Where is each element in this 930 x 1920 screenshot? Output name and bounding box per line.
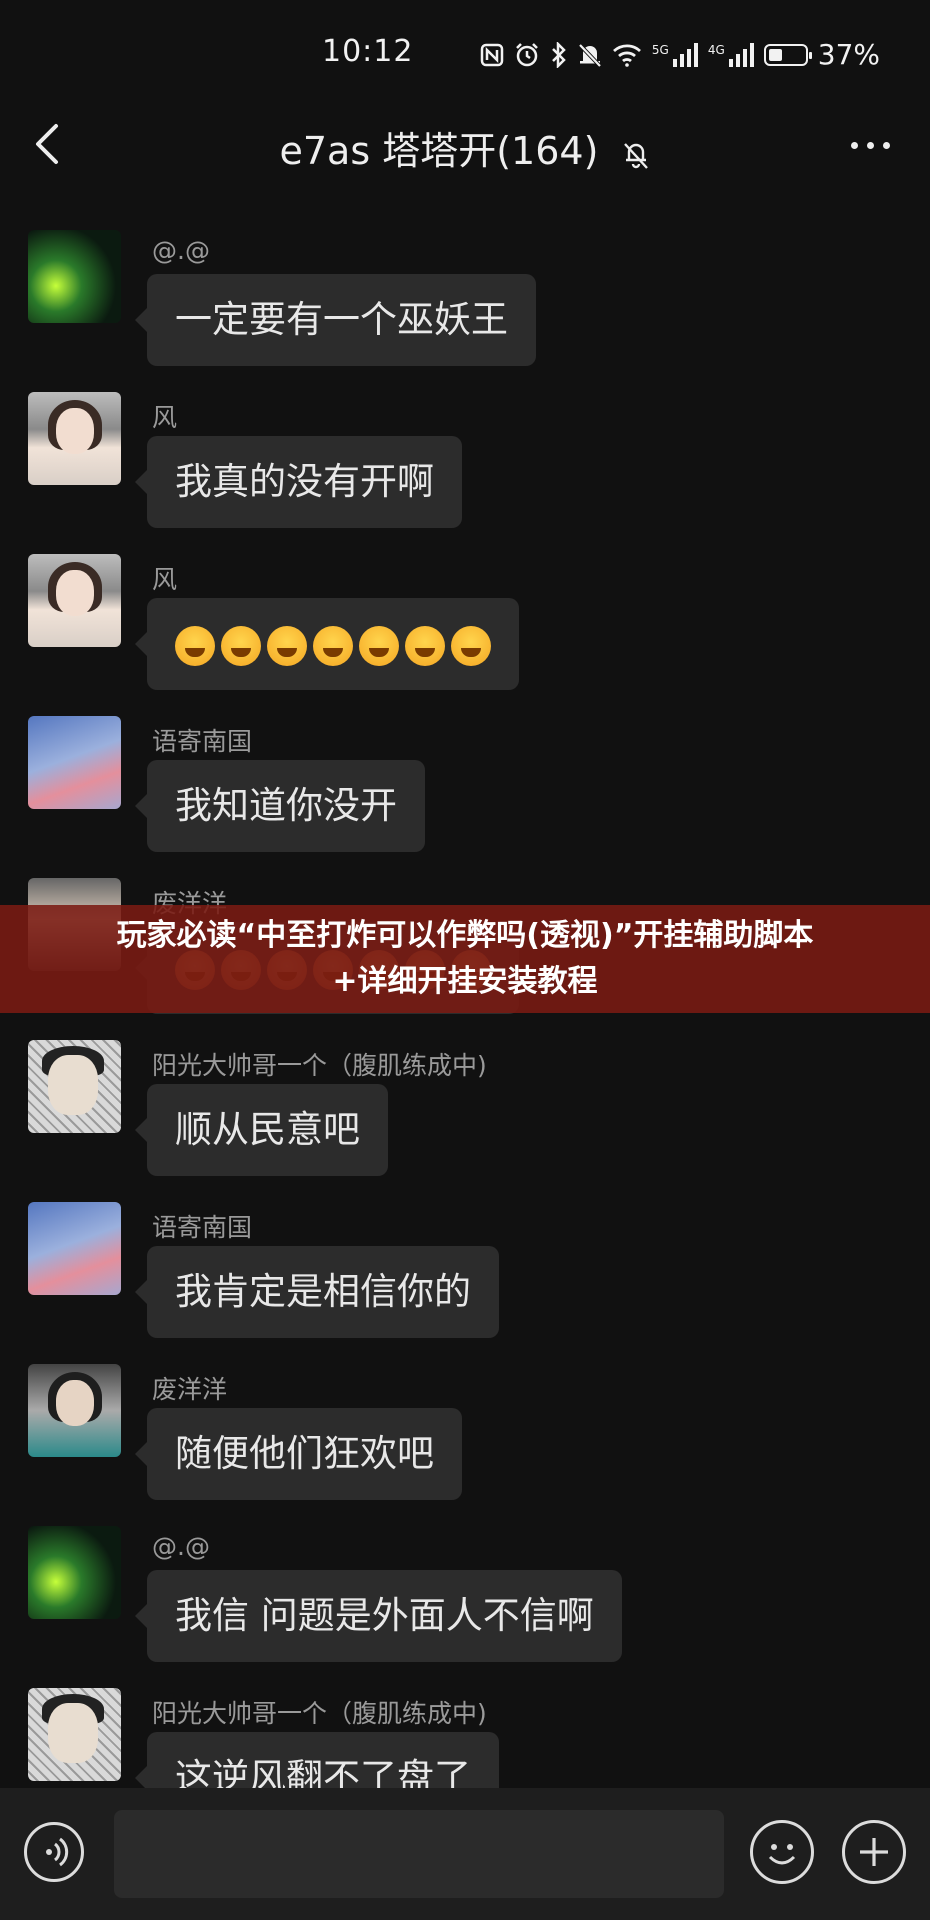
- chat-screen: 10:12 5G 4G 37% e7as 塔塔开(164) @.@ 一定要有一个…: [0, 0, 930, 1920]
- sender-name: 阳光大帅哥一个（腹肌练成中): [152, 1699, 487, 1728]
- signal-4g-icon: 4G: [708, 42, 754, 67]
- laughing-tears-emoji: [359, 625, 399, 666]
- avatar[interactable]: [28, 1526, 121, 1619]
- plus-icon[interactable]: [842, 1820, 906, 1884]
- mute-bell-icon: [578, 43, 602, 67]
- wifi-icon: [612, 43, 641, 67]
- message-bubble[interactable]: 随便他们狂欢吧: [135, 1408, 462, 1500]
- laughing-tears-emoji: [451, 625, 491, 666]
- message-bubble[interactable]: 我真的没有开啊: [135, 436, 462, 528]
- chat-header: e7as 塔塔开(164): [0, 100, 930, 188]
- nfc-icon: [480, 43, 504, 66]
- laughing-tears-emoji: [175, 625, 215, 666]
- laughing-tears-emoji: [405, 625, 445, 666]
- avatar[interactable]: [28, 554, 121, 647]
- avatar[interactable]: [28, 1688, 121, 1781]
- voice-icon[interactable]: [24, 1822, 84, 1882]
- alarm-icon: [516, 42, 538, 66]
- signal-5g-icon: 5G: [652, 42, 698, 67]
- sender-name: @.@: [152, 236, 210, 265]
- message-bubble[interactable]: 我信 问题是外面人不信啊: [135, 1570, 622, 1662]
- avatar[interactable]: [28, 230, 121, 323]
- sender-name: @.@: [152, 1532, 210, 1561]
- bell-off-icon: [623, 142, 648, 169]
- battery-percent: 37%: [817, 38, 880, 71]
- smiley-icon[interactable]: [750, 1820, 814, 1884]
- status-time: 10:12: [322, 34, 414, 69]
- laughing-tears-emoji: [221, 625, 261, 666]
- message-bubble[interactable]: 一定要有一个巫妖王: [135, 274, 536, 366]
- avatar[interactable]: [28, 1364, 121, 1457]
- sender-name: 风: [152, 403, 178, 432]
- laughing-tears-emoji: [313, 625, 353, 666]
- chat-title-row: e7as 塔塔开(164): [0, 120, 930, 175]
- chat-title: e7as 塔塔开(164): [279, 129, 599, 173]
- message-bubble[interactable]: 我知道你没开: [135, 760, 425, 852]
- banner-line-2: +详细开挂安装教程: [332, 964, 598, 999]
- more-dots-icon[interactable]: [851, 142, 890, 149]
- overlay-banner: 玩家必读“中至打炸可以作弊吗(透视)”开挂辅助脚本 +详细开挂安装教程: [0, 905, 930, 1013]
- laughing-tears-emoji: [267, 625, 307, 666]
- banner-line-1: 玩家必读“中至打炸可以作弊吗(透视)”开挂辅助脚本: [116, 918, 814, 953]
- message-bubble[interactable]: 顺从民意吧: [135, 1084, 388, 1176]
- battery-fill: [768, 48, 782, 61]
- sender-name: 风: [152, 565, 178, 594]
- message-bubble[interactable]: 我肯定是相信你的: [135, 1246, 499, 1338]
- input-bar: [0, 1788, 930, 1920]
- sender-name: 语寄南国: [152, 1213, 253, 1242]
- status-bar: 10:12 5G 4G 37%: [0, 0, 930, 100]
- sender-name: 语寄南国: [152, 727, 253, 756]
- message-input[interactable]: [114, 1810, 724, 1898]
- sender-name: 废洋洋: [152, 1375, 228, 1404]
- avatar[interactable]: [28, 1040, 121, 1133]
- bluetooth-icon: [552, 41, 566, 68]
- message-bubble[interactable]: [135, 598, 519, 690]
- sender-name: 阳光大帅哥一个（腹肌练成中): [152, 1051, 487, 1080]
- avatar[interactable]: [28, 1202, 121, 1295]
- emoji-row: [175, 625, 491, 666]
- avatar[interactable]: [28, 392, 121, 485]
- battery-icon: [763, 43, 812, 66]
- message-bubble[interactable]: 这逆风翻不了盘了: [135, 1732, 499, 1788]
- status-icons: 5G 4G 37%: [480, 38, 880, 71]
- avatar[interactable]: [28, 716, 121, 809]
